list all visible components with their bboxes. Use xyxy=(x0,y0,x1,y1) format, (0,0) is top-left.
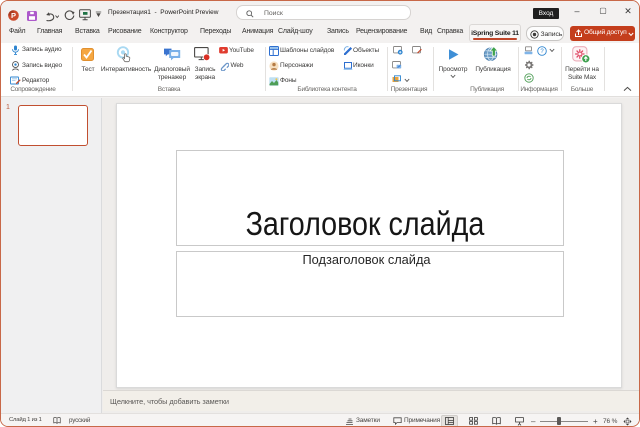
svg-text:?: ? xyxy=(540,49,544,55)
svg-text:P: P xyxy=(11,11,16,20)
